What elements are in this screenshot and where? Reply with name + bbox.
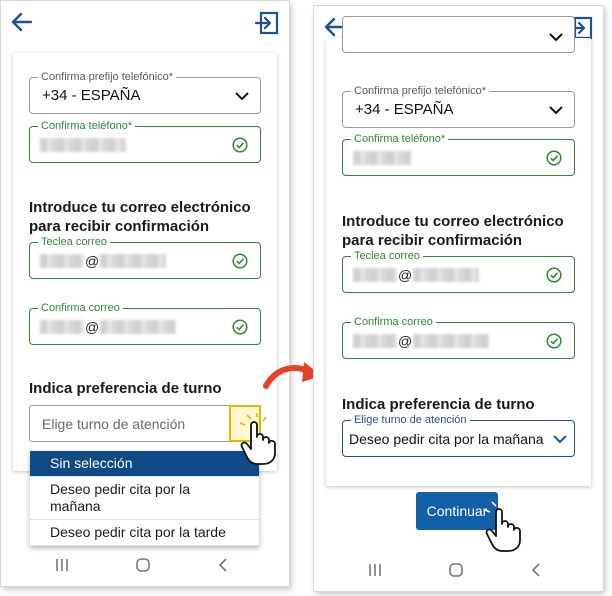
tutorial-stage: Confirma prefijo telefónico* +34 - ESPAÑ…	[0, 0, 612, 596]
home-icon[interactable]	[135, 558, 151, 572]
shift-dropdown-list: Sin selección Deseo pedir cita por la ma…	[30, 451, 259, 546]
exit-icon[interactable]	[255, 11, 279, 35]
email-at-symbol: @	[398, 267, 413, 283]
phone-prefix-select[interactable]: Confirma prefijo telefónico* +34 - ESPAÑ…	[342, 84, 575, 128]
check-circle-icon	[232, 319, 248, 335]
home-icon[interactable]	[448, 563, 464, 577]
back-icon[interactable]	[530, 563, 542, 577]
phone-prefix-value: +34 - ESPAÑA	[42, 87, 141, 104]
back-arrow-icon[interactable]	[11, 11, 33, 33]
dropdown-option-none[interactable]: Sin selección	[30, 451, 259, 477]
system-nav-bar	[314, 551, 603, 591]
dropdown-option-morning[interactable]: Deseo pedir cita por la mañana	[30, 477, 259, 520]
email-at-symbol: @	[85, 319, 100, 335]
pointing-hand-icon	[484, 500, 521, 552]
email-section-title-line1: Introduce tu correo electrónico	[342, 213, 564, 230]
email-section-title-line2: para recibir confirmación	[29, 218, 210, 235]
email-at-symbol: @	[85, 253, 100, 269]
phone-screen-right: Confirma prefijo telefónico* +34 - ESPAÑ…	[314, 6, 603, 591]
pointing-hand-icon	[239, 413, 276, 465]
email-confirm-value-blurred: @	[353, 333, 490, 349]
shift-select-value: Deseo pedir cita por la mañana	[349, 431, 544, 447]
email-confirm-field[interactable]: Confirma correo @	[29, 301, 261, 345]
phone-prefix-label: Confirma prefijo telefónico*	[38, 70, 177, 84]
chevron-down-icon	[549, 33, 563, 42]
chevron-down-icon	[553, 435, 567, 444]
previous-field-partial[interactable]	[342, 16, 575, 53]
phone-confirm-field[interactable]: Confirma teléfono*	[342, 132, 575, 176]
email-confirm-label: Confirma correo	[351, 315, 436, 329]
email-label: Teclea correo	[351, 249, 424, 263]
form-card: Confirma prefijo telefónico* +34 - ESPAÑ…	[13, 53, 277, 471]
chevron-down-icon	[235, 92, 249, 101]
check-circle-icon	[546, 267, 562, 283]
check-circle-icon	[546, 150, 562, 166]
shift-select-placeholder: Elige turno de atención	[42, 416, 186, 432]
phone-confirm-value-blurred	[353, 150, 411, 166]
check-circle-icon	[232, 253, 248, 269]
email-value-blurred: @	[353, 267, 480, 283]
shift-select[interactable]: Elige turno de atención Deseo pedir cita…	[342, 413, 575, 457]
check-circle-icon	[546, 333, 562, 349]
phone-prefix-select[interactable]: Confirma prefijo telefónico* +34 - ESPAÑ…	[29, 70, 261, 114]
phone-confirm-label: Confirma teléfono*	[351, 132, 449, 146]
email-value-blurred: @	[40, 253, 167, 269]
shift-select[interactable]: Elige turno de atención	[29, 405, 261, 442]
shift-preference-title: Indica preferencia de turno	[29, 380, 222, 397]
phone-confirm-value-blurred	[40, 137, 126, 153]
form-card: Confirma prefijo telefónico* +34 - ESPAÑ…	[326, 16, 591, 486]
email-confirm-value-blurred: @	[40, 319, 177, 335]
system-nav-bar	[1, 546, 289, 586]
chevron-down-icon	[549, 106, 563, 115]
phone-screen-left: Confirma prefijo telefónico* +34 - ESPAÑ…	[1, 1, 289, 586]
email-confirm-label: Confirma correo	[38, 301, 123, 315]
recents-icon[interactable]	[368, 563, 382, 577]
phone-confirm-label: Confirma teléfono*	[38, 119, 136, 133]
phone-prefix-label: Confirma prefijo telefónico*	[351, 84, 490, 98]
dropdown-option-afternoon[interactable]: Deseo pedir cita por la tarde	[30, 520, 259, 546]
phone-prefix-value: +34 - ESPAÑA	[355, 101, 454, 118]
phone-confirm-field[interactable]: Confirma teléfono*	[29, 119, 261, 163]
top-bar	[1, 1, 289, 51]
back-icon[interactable]	[217, 558, 229, 572]
shift-select-label: Elige turno de atención	[351, 413, 470, 427]
email-field[interactable]: Teclea correo @	[29, 235, 261, 279]
check-circle-icon	[232, 137, 248, 153]
email-section-title-line1: Introduce tu correo electrónico	[29, 199, 251, 216]
email-label: Teclea correo	[38, 235, 111, 249]
recents-icon[interactable]	[55, 558, 69, 572]
email-confirm-field[interactable]: Confirma correo @	[342, 315, 575, 359]
email-field[interactable]: Teclea correo @	[342, 249, 575, 293]
email-at-symbol: @	[398, 333, 413, 349]
email-section-title-line2: para recibir confirmación	[342, 232, 523, 249]
shift-preference-title: Indica preferencia de turno	[342, 396, 535, 413]
